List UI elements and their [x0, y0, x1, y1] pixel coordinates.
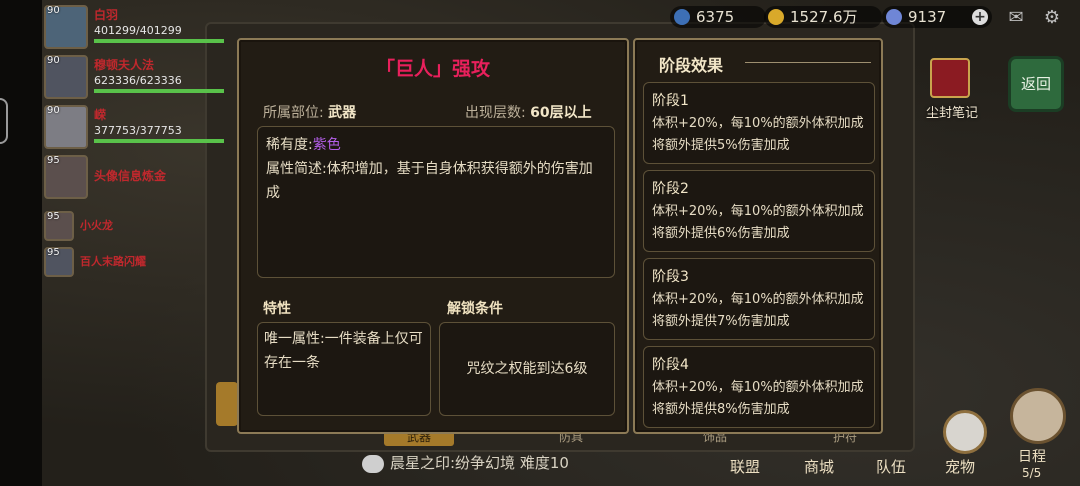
- dusty-notes-label: 尘封笔记: [925, 106, 978, 121]
- stage-card: 阶段4 体积+20%，每10%的额外体积加成将额外提供8%伤害加成: [643, 346, 875, 428]
- screen-left-edge: [0, 0, 42, 486]
- chat-text: 晨星之印:纷争幻境 难度10: [390, 454, 569, 472]
- stage-desc: 体积+20%，每10%的额外体积加成将额外提供7%伤害加成: [652, 292, 864, 329]
- chat-bubble-icon: [362, 454, 384, 473]
- member-name: 嵘: [94, 108, 107, 122]
- chat-line[interactable]: 晨星之印:纷争幻境 难度10: [362, 452, 569, 476]
- stage-name: 阶段4: [652, 357, 689, 373]
- team-member[interactable]: 95 头像信息炼金: [44, 153, 244, 209]
- floor-label: 出现层数:: [465, 105, 526, 121]
- resource-value: 6375: [696, 8, 735, 26]
- member-level: 95: [47, 211, 60, 222]
- member-hp: 377753/377753: [94, 124, 182, 137]
- nav-shop[interactable]: 商城: [804, 456, 834, 477]
- unlock-text: 咒纹之权能到达6级: [466, 361, 588, 377]
- member-name: 头像信息炼金: [94, 169, 167, 183]
- member-name: 小火龙: [80, 219, 113, 232]
- slot-info: 所属部位: 武器: [263, 102, 356, 122]
- member-hp: 623336/623336: [94, 74, 182, 87]
- hp-bar: [94, 89, 224, 93]
- resource-counter: 6375: [670, 6, 766, 28]
- slot-label: 所属部位:: [263, 105, 324, 121]
- team-member[interactable]: 90 穆顿夫人法 623336/623336: [44, 53, 244, 103]
- stage-name: 阶段3: [652, 269, 689, 285]
- desc-line: 属性简述:体积增加，基于自身体积获得额外的伤害加成: [266, 157, 606, 205]
- stage-card: 阶段1 体积+20%，每10%的额外体积加成将额外提供5%伤害加成: [643, 82, 875, 164]
- add-gems-button[interactable]: +: [972, 9, 988, 25]
- paw-icon[interactable]: [943, 410, 987, 454]
- stage-desc: 体积+20%，每10%的额外体积加成将额外提供6%伤害加成: [652, 204, 864, 241]
- coin-icon: [768, 9, 784, 25]
- book-icon: [930, 58, 970, 98]
- member-level: 90: [47, 5, 60, 16]
- nav-alliance[interactable]: 联盟: [730, 456, 760, 477]
- header-divider: [745, 62, 871, 63]
- team-member[interactable]: 90 嵘 377753/377753: [44, 103, 244, 153]
- nav-pet[interactable]: 宠物: [945, 456, 975, 477]
- team-member[interactable]: 90 白羽 401299/401299: [44, 3, 244, 53]
- edge-handle[interactable]: [0, 98, 8, 144]
- dusty-notes-button[interactable]: 尘封笔记: [922, 58, 978, 121]
- stage-name: 阶段1: [652, 93, 689, 109]
- stages-header: 阶段效果: [659, 56, 724, 75]
- member-name: 百人末路闪耀: [80, 255, 146, 268]
- gear-icon[interactable]: ⚙: [1040, 8, 1064, 28]
- member-name: 穆顿夫人法: [94, 58, 155, 72]
- side-tab-button[interactable]: [216, 382, 238, 426]
- stage-desc: 体积+20%，每10%的额外体积加成将额外提供8%伤害加成: [652, 380, 864, 417]
- member-name: 白羽: [94, 8, 119, 22]
- slot-value: 武器: [328, 105, 357, 121]
- team-list: 90 白羽 401299/401299 90 穆顿夫人法 623336/6233…: [44, 3, 244, 281]
- mail-icon[interactable]: ✉: [1004, 8, 1028, 28]
- stage-name: 阶段2: [652, 181, 689, 197]
- affix-detail-panel: 「巨人」强攻 所属部位: 武器 出现层数: 60层以上 稀有度:紫色 属性简述:…: [237, 38, 629, 434]
- stage-effects-panel: 阶段效果 阶段1 体积+20%，每10%的额外体积加成将额外提供5%伤害加成 阶…: [633, 38, 883, 434]
- top-resource-bar: 6375 1527.6万 9137 + ✉ ⚙: [560, 0, 1080, 34]
- trait-header: 特性: [263, 301, 291, 317]
- nav-schedule[interactable]: 日程: [1018, 446, 1046, 466]
- desc-label: 属性简述:: [266, 161, 327, 177]
- trait-text: 唯一属性:一件装备上仅可存在一条: [264, 331, 423, 371]
- hp-bar: [94, 139, 224, 143]
- rarity-label: 稀有度:: [266, 137, 313, 153]
- member-level: 90: [47, 105, 60, 116]
- team-member[interactable]: 95 小火龙: [44, 209, 244, 245]
- floor-value: 60层以上: [530, 105, 592, 121]
- team-member[interactable]: 95 百人末路闪耀: [44, 245, 244, 281]
- stage-card: 阶段3 体积+20%，每10%的额外体积加成将额外提供7%伤害加成: [643, 258, 875, 340]
- return-button[interactable]: 返回: [1008, 56, 1064, 112]
- rarity-line: 稀有度:紫色: [266, 133, 606, 157]
- trait-box: 唯一属性:一件装备上仅可存在一条: [257, 322, 431, 416]
- gold-value: 1527.6万: [790, 8, 858, 26]
- schedule-avatar-icon[interactable]: [1010, 388, 1066, 444]
- rarity-value: 紫色: [312, 137, 341, 153]
- hp-bar: [94, 39, 224, 43]
- gem-icon: [886, 9, 902, 25]
- member-hp: 401299/401299: [94, 24, 182, 37]
- nav-team[interactable]: 队伍: [876, 456, 906, 477]
- member-level: 90: [47, 55, 60, 66]
- description-box: 稀有度:紫色 属性简述:体积增加，基于自身体积获得额外的伤害加成: [257, 126, 615, 278]
- gem-value: 9137: [908, 8, 947, 26]
- unlock-box: 咒纹之权能到达6级: [439, 322, 615, 416]
- member-level: 95: [47, 247, 60, 258]
- floor-info: 出现层数: 60层以上: [465, 102, 592, 122]
- resource-icon: [674, 9, 690, 25]
- affix-title: 「巨人」强攻: [375, 58, 490, 80]
- stage-desc: 体积+20%，每10%的额外体积加成将额外提供5%伤害加成: [652, 116, 864, 153]
- gold-counter: 1527.6万: [764, 6, 882, 28]
- schedule-count: 5/5: [1022, 466, 1042, 480]
- unlock-header: 解锁条件: [447, 301, 503, 317]
- gem-counter: 9137 +: [882, 6, 992, 28]
- member-level: 95: [47, 155, 60, 166]
- stage-card: 阶段2 体积+20%，每10%的额外体积加成将额外提供6%伤害加成: [643, 170, 875, 252]
